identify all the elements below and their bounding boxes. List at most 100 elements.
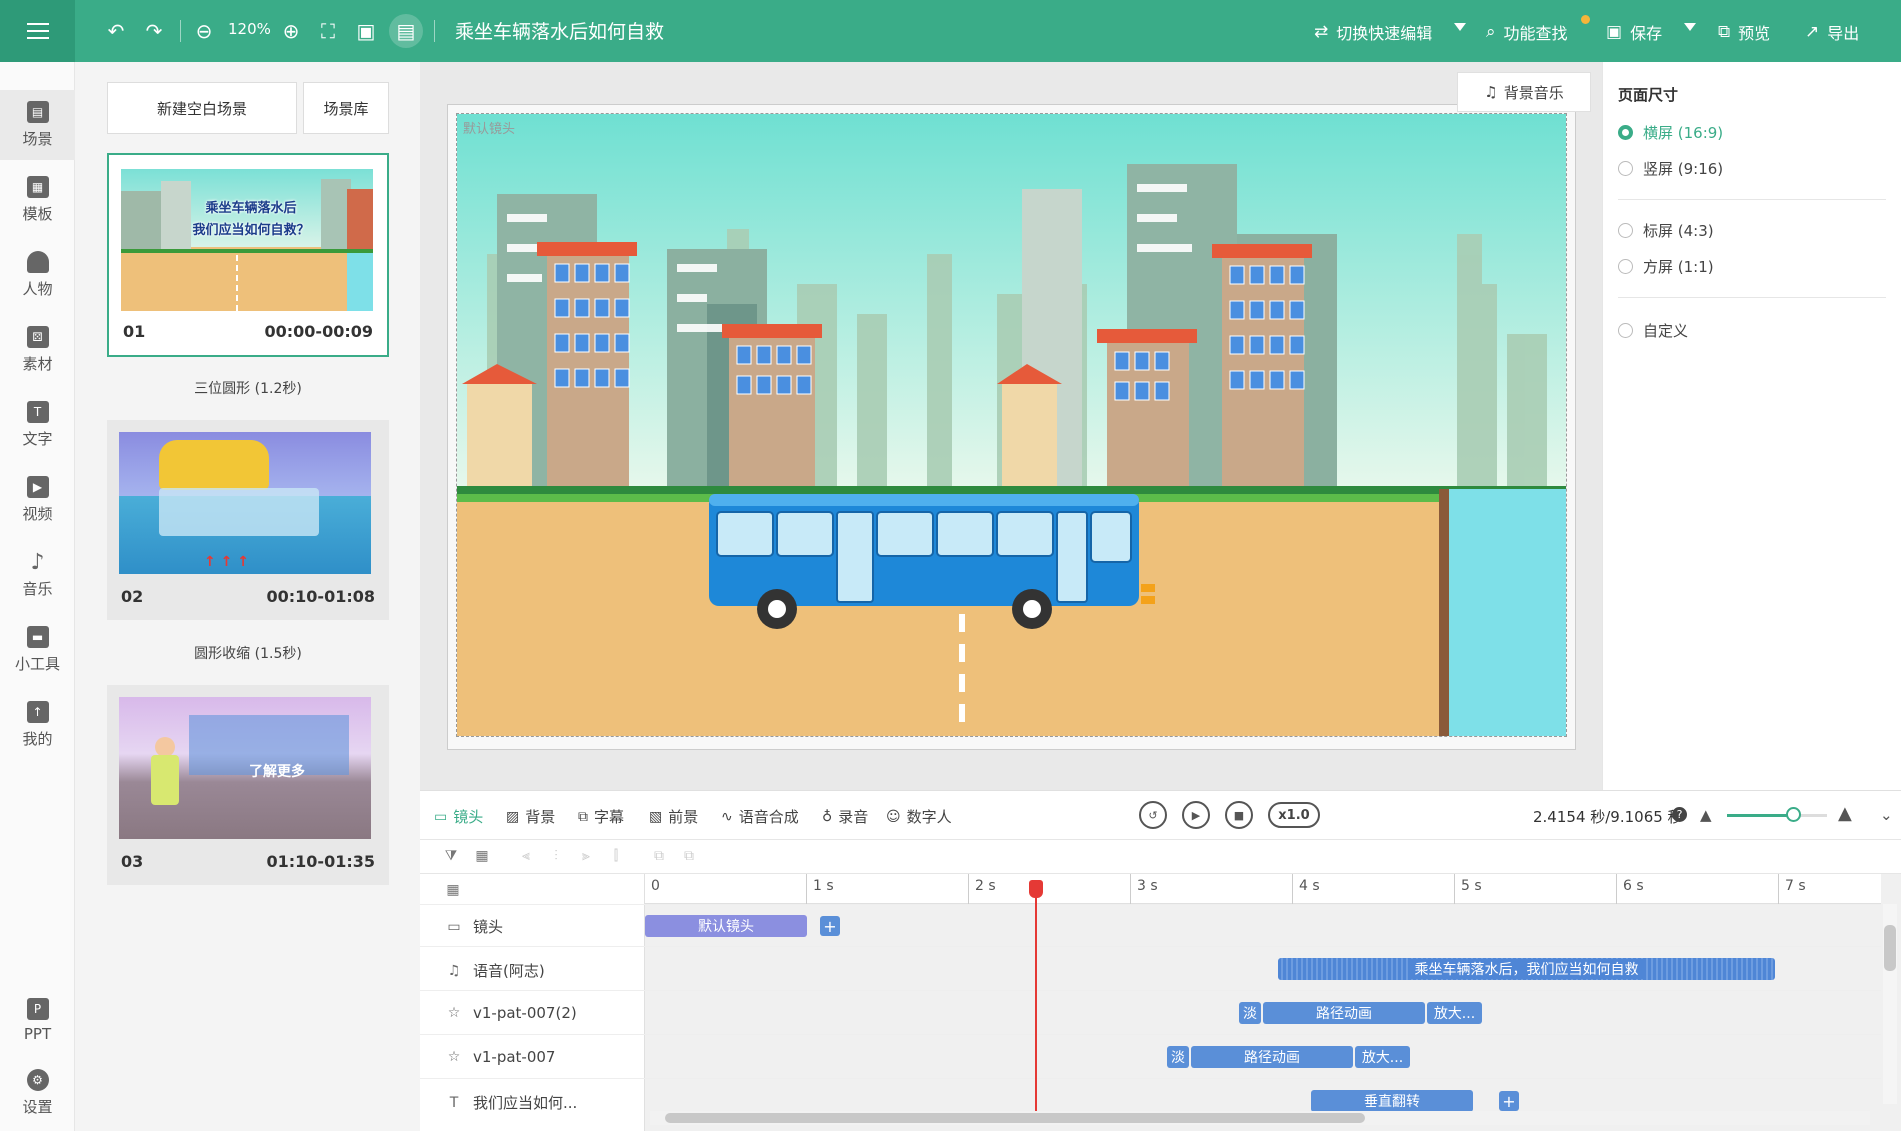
page-size-option-standard[interactable]: 标屏 (4:3) xyxy=(1618,220,1714,241)
fullscreen-icon[interactable]: ⛶ xyxy=(314,17,342,45)
menu-button[interactable] xyxy=(0,0,75,62)
stage-canvas[interactable] xyxy=(456,113,1567,737)
filter-icon[interactable]: ⧩ xyxy=(442,847,460,865)
add-clip-button[interactable]: + xyxy=(820,916,840,936)
scene-time: 00:00-00:09 xyxy=(264,322,374,341)
zoom-out-icon[interactable]: ⊖ xyxy=(190,17,218,45)
track-label-text[interactable]: T 我们应当如何... xyxy=(445,1092,578,1113)
distribute-icon: ⫿ xyxy=(613,848,619,864)
sidebar-item-label: 人物 xyxy=(22,280,53,298)
sidebar-item-label: 我的 xyxy=(22,730,53,748)
undo-icon[interactable]: ↶ xyxy=(102,17,130,45)
play-icon[interactable]: ▶ xyxy=(1182,801,1210,829)
help-icon[interactable]: ? xyxy=(1672,807,1687,822)
save-button[interactable]: ▣ 保存 xyxy=(1606,20,1662,44)
group-icon[interactable]: ▦ xyxy=(473,847,491,865)
vertical-scrollbar-thumb[interactable] xyxy=(1884,925,1896,971)
sidebar-item-material[interactable]: ⚄ 素材 xyxy=(0,315,75,385)
preview-button[interactable]: ⧉ 预览 xyxy=(1718,20,1770,44)
tab-subtitle[interactable]: ⧉ 字幕 xyxy=(578,806,624,827)
switch-quick-edit-button[interactable]: ⇄ 切换快速编辑 xyxy=(1314,20,1432,44)
sidebar-item-mine[interactable]: ↑ 我的 xyxy=(0,690,75,760)
track-name: 语音(阿志) xyxy=(473,962,545,980)
page-size-option-square[interactable]: 方屏 (1:1) xyxy=(1618,256,1714,277)
tab-tts[interactable]: ∿ 语音合成 xyxy=(721,806,799,827)
fade-clip[interactable]: 淡 xyxy=(1167,1046,1189,1068)
horizontal-scrollbar-thumb[interactable] xyxy=(665,1113,1365,1123)
sidebar-item-text[interactable]: T 文字 xyxy=(0,390,75,460)
zoom-out-timeline-icon[interactable]: ▲ xyxy=(1700,806,1712,824)
voice-clip[interactable]: 乘坐车辆落水后，我们应当如何自救 xyxy=(1278,958,1775,980)
new-blank-scene-button[interactable]: 新建空白场景 xyxy=(107,82,297,134)
ruler-tick xyxy=(1292,874,1293,904)
divider xyxy=(420,946,1881,947)
export-button[interactable]: ↗ 导出 xyxy=(1805,20,1859,44)
sidebar-item-template[interactable]: ▦ 模板 xyxy=(0,165,75,235)
hamburger-icon xyxy=(26,23,49,39)
option-label: 自定义 xyxy=(1643,322,1689,340)
stop-icon[interactable]: ■ xyxy=(1225,801,1253,829)
path-animation-clip[interactable]: 路径动画 xyxy=(1263,1002,1425,1024)
tab-foreground[interactable]: ▧ 前景 xyxy=(649,806,698,827)
find-function-button[interactable]: ⌕ 功能查找 xyxy=(1486,20,1568,44)
chevron-down-icon[interactable] xyxy=(1684,23,1696,31)
radio xyxy=(1618,223,1633,238)
tab-record[interactable]: ♁ 录音 xyxy=(822,806,868,827)
sidebar-item-ppt[interactable]: P PPT xyxy=(0,985,75,1055)
page-size-option-portrait[interactable]: 竖屏 (9:16) xyxy=(1618,158,1723,179)
collapse-timeline-icon[interactable]: ⌄ xyxy=(1880,806,1893,824)
playback-speed[interactable]: x1.0 xyxy=(1268,802,1320,828)
flip-clip[interactable]: 垂直翻转 xyxy=(1311,1090,1473,1112)
calendar-icon[interactable]: ▤ xyxy=(389,14,423,48)
scene-transition[interactable]: 圆形收缩 (1.5秒) xyxy=(107,643,389,663)
ruler-label: 0 xyxy=(651,878,660,894)
camera-clip[interactable]: 默认镜头 xyxy=(645,915,807,937)
redo-icon[interactable]: ↷ xyxy=(140,17,168,45)
tab-camera[interactable]: ▭ 镜头 xyxy=(434,806,483,827)
zoom-in-icon[interactable]: ⊕ xyxy=(277,17,305,45)
tab-label: 字幕 xyxy=(594,808,625,826)
timeline-zoom-handle[interactable] xyxy=(1786,807,1801,822)
layers-icon[interactable]: ▦ xyxy=(444,881,462,899)
tab-digital-human[interactable]: ☺ 数字人 xyxy=(886,806,952,827)
scene-card[interactable]: 乘坐车辆落水后 我们应当如何自救？ 01 00:00-00:09 xyxy=(107,153,389,357)
sidebar-item-scene[interactable]: ▤ 场景 xyxy=(0,90,75,160)
tab-label: 数字人 xyxy=(906,808,952,826)
background-music-button[interactable]: ♫ 背景音乐 xyxy=(1457,72,1591,112)
document-title[interactable]: 乘坐车辆落水后如何自救 xyxy=(455,17,664,44)
sidebar-item-toolbox[interactable]: ▬ 小工具 xyxy=(0,615,75,685)
scene-transition[interactable]: 三位圆形 (1.2秒) xyxy=(107,378,389,398)
fade-clip[interactable]: 淡 xyxy=(1239,1002,1261,1024)
scene-card[interactable]: ↑ ↑ ↑ 02 00:10-01:08 xyxy=(107,420,389,620)
zoom-in-timeline-icon[interactable]: ▲ xyxy=(1838,803,1852,824)
divider xyxy=(1618,199,1886,200)
replay-icon[interactable]: ↺ xyxy=(1139,801,1167,829)
sidebar-item-video[interactable]: ▶ 视频 xyxy=(0,465,75,535)
zoom-level: 120% xyxy=(228,20,271,38)
path-animation-clip[interactable]: 路径动画 xyxy=(1191,1046,1353,1068)
scene-thumbnail: ↑ ↑ ↑ xyxy=(119,432,371,574)
chevron-down-icon[interactable] xyxy=(1454,23,1466,31)
playhead-handle[interactable] xyxy=(1029,880,1043,898)
sidebar-item-label: 文字 xyxy=(22,430,53,448)
tab-background[interactable]: ▨ 背景 xyxy=(506,806,555,827)
track-label-element[interactable]: ☆ v1-pat-007(2) xyxy=(445,1004,577,1022)
option-label: 横屏 (16:9) xyxy=(1643,124,1724,142)
scene-library-button[interactable]: 场景库 xyxy=(303,82,389,134)
page-size-option-landscape[interactable]: 横屏 (16:9) xyxy=(1618,122,1723,143)
zoom-clip[interactable]: 放大... xyxy=(1355,1046,1410,1068)
fit-screen-icon[interactable]: ▣ xyxy=(352,17,380,45)
track-name: 镜头 xyxy=(473,918,504,936)
zoom-clip[interactable]: 放大... xyxy=(1427,1002,1482,1024)
align-center-icon: ⫶ xyxy=(554,848,558,864)
sidebar-item-music[interactable]: ♪ 音乐 xyxy=(0,540,75,610)
track-label-voice[interactable]: ♫ 语音(阿志) xyxy=(445,960,545,981)
page-size-title: 页面尺寸 xyxy=(1618,86,1679,104)
add-clip-button[interactable]: + xyxy=(1499,1091,1519,1111)
sidebar-item-settings[interactable]: ⚙ 设置 xyxy=(0,1058,75,1128)
track-label-element[interactable]: ☆ v1-pat-007 xyxy=(445,1048,556,1066)
page-size-option-custom[interactable]: 自定义 xyxy=(1618,320,1688,341)
track-label-camera[interactable]: ▭ 镜头 xyxy=(445,916,503,937)
sidebar-item-person[interactable]: 人物 xyxy=(0,240,75,310)
scene-card[interactable]: 了解更多 03 01:10-01:35 xyxy=(107,685,389,885)
